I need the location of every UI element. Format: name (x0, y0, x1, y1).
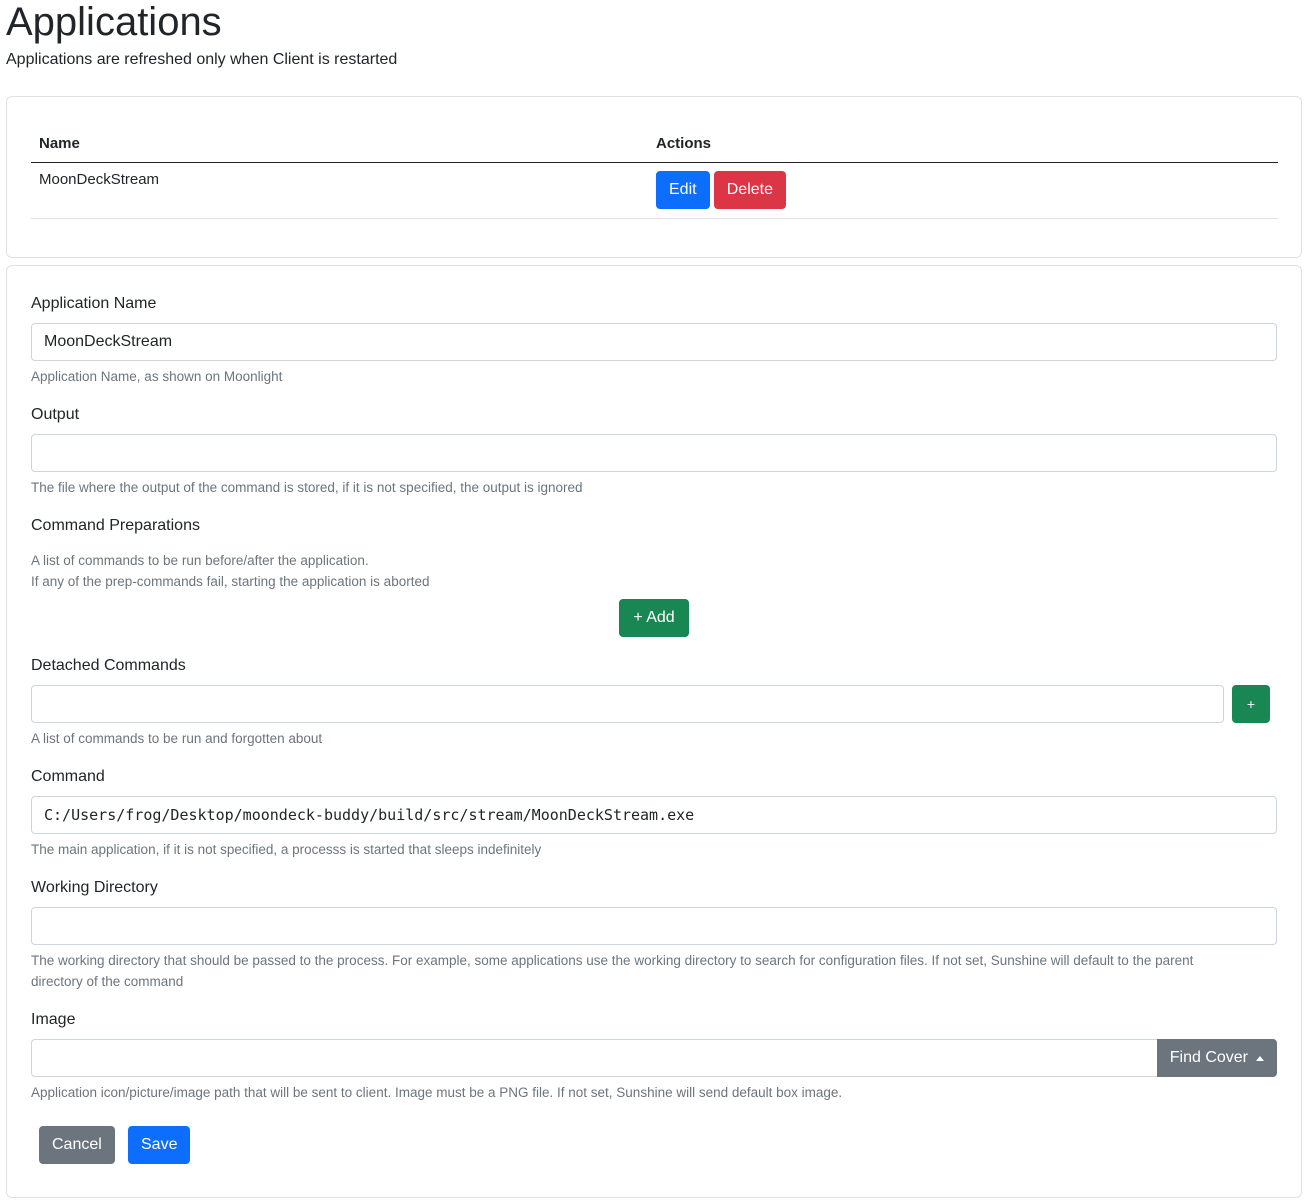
app-name-label: Application Name (31, 295, 157, 312)
working-directory-label: Working Directory (31, 879, 158, 896)
app-name-input[interactable] (31, 323, 1277, 361)
find-cover-button[interactable]: Find Cover (1156, 1039, 1277, 1077)
edit-button[interactable]: Edit (656, 170, 710, 209)
output-help: The file where the output of the command… (31, 480, 583, 495)
column-header-name: Name (31, 127, 648, 163)
table-row: MoonDeckStream Edit Delete (31, 162, 1278, 219)
image-input-group: Find Cover (31, 1039, 1277, 1077)
save-button[interactable]: Save (128, 1126, 191, 1164)
image-path-input[interactable] (31, 1039, 1157, 1077)
command-input[interactable] (31, 796, 1277, 834)
working-directory-input[interactable] (31, 907, 1277, 945)
prep-commands-help-line2: If any of the prep-commands fail, starti… (31, 574, 430, 589)
command-help: The main application, if it is not speci… (31, 842, 542, 857)
page-title: Applications (6, 0, 222, 44)
app-name-cell: MoonDeckStream (31, 162, 648, 219)
working-directory-help: The working directory that should be pas… (31, 953, 1194, 989)
applications-list-card: Name Actions MoonDeckStream Edit Delete (6, 96, 1302, 258)
applications-table: Name Actions MoonDeckStream Edit Delete (31, 127, 1278, 219)
add-prep-command-button[interactable]: + Add (619, 599, 689, 637)
image-help: Application icon/picture/image path that… (31, 1085, 843, 1100)
detached-command-input[interactable] (31, 685, 1224, 723)
app-actions-cell: Edit Delete (648, 162, 1278, 219)
command-label: Command (31, 768, 105, 785)
prep-commands-label: Command Preparations (31, 517, 200, 534)
cancel-button[interactable]: Cancel (39, 1126, 115, 1164)
column-header-actions: Actions (648, 127, 1278, 163)
delete-button[interactable]: Delete (713, 170, 786, 209)
detached-commands-label: Detached Commands (31, 657, 186, 674)
add-detached-command-button[interactable]: + (1232, 685, 1270, 723)
detached-commands-help: A list of commands to be run and forgott… (31, 731, 323, 746)
page-subtitle: Applications are refreshed only when Cli… (6, 51, 398, 68)
output-label: Output (31, 406, 80, 423)
output-input[interactable] (31, 434, 1277, 472)
app-name-help: Application Name, as shown on Moonlight (31, 369, 283, 384)
image-label: Image (31, 1011, 76, 1028)
caret-up-icon (1256, 1055, 1264, 1061)
find-cover-label: Find Cover (1169, 1049, 1248, 1066)
prep-commands-help-line1: A list of commands to be run before/afte… (31, 553, 369, 568)
table-header-row: Name Actions (31, 127, 1278, 163)
application-edit-form: Application Name Application Name, as sh… (6, 265, 1302, 1198)
